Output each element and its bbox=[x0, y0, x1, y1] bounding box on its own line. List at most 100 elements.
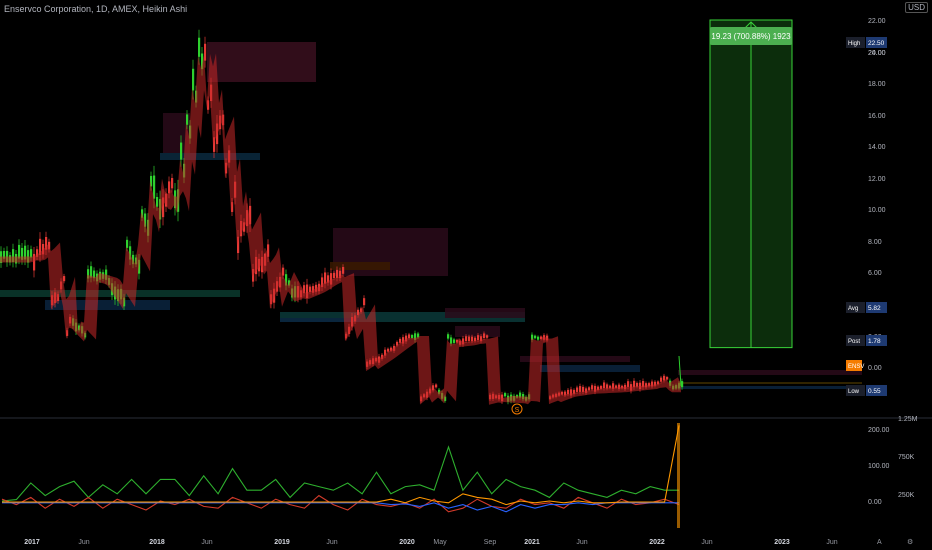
osc-tick-label: 0.00 bbox=[868, 499, 882, 506]
candle-body bbox=[579, 386, 582, 392]
time-tick-label: 2018 bbox=[149, 539, 165, 546]
candle-body bbox=[537, 336, 540, 340]
candle-body bbox=[342, 267, 345, 274]
time-tick-label: Jun bbox=[326, 539, 337, 546]
time-tick-label: 2020 bbox=[399, 539, 415, 546]
candle-body bbox=[453, 339, 456, 343]
candle-body bbox=[192, 68, 195, 91]
price-tick-label: 10.00 bbox=[868, 207, 886, 214]
candle-body bbox=[600, 385, 603, 389]
candle-body bbox=[156, 196, 159, 207]
oscillator-spike bbox=[677, 423, 680, 528]
zone-box bbox=[160, 153, 260, 160]
zone-box bbox=[678, 382, 862, 384]
candle-body bbox=[588, 387, 591, 391]
chart-title: Enservco Corporation, 1D, AMEX, Heikin A… bbox=[4, 4, 188, 14]
time-tick-label: 2019 bbox=[274, 539, 290, 546]
candle-body bbox=[666, 376, 669, 380]
candle-body bbox=[180, 142, 183, 160]
candle-body bbox=[387, 348, 390, 352]
price-label-name: ENSV bbox=[848, 364, 864, 370]
candle-body bbox=[399, 338, 402, 343]
candle-body bbox=[171, 178, 174, 189]
osc-tick-label: 200.00 bbox=[868, 427, 890, 434]
candle-body bbox=[582, 386, 585, 392]
candle-body bbox=[486, 335, 489, 338]
price-label-value: 1.78 bbox=[868, 338, 881, 345]
price-label-name: High bbox=[848, 41, 860, 47]
price-tick-label: 12.00 bbox=[868, 176, 886, 183]
candle-body bbox=[561, 391, 564, 395]
currency-badge[interactable]: USD bbox=[905, 2, 928, 13]
price-label-value: 0.55 bbox=[868, 388, 881, 395]
candle-body bbox=[477, 335, 480, 341]
volume-tick-label: 750K bbox=[898, 454, 915, 461]
candle-body bbox=[186, 114, 189, 125]
zone-box bbox=[678, 386, 862, 389]
time-tick-label: Jun bbox=[701, 539, 712, 546]
candle-body bbox=[30, 249, 33, 258]
price-label-name: Low bbox=[848, 389, 860, 395]
candle-body bbox=[126, 239, 129, 248]
price-tick-label: 18.00 bbox=[868, 81, 886, 88]
candle-body bbox=[660, 377, 663, 382]
candle-body bbox=[567, 389, 570, 395]
price-label-value: 22.50 bbox=[868, 40, 885, 47]
candle-body bbox=[504, 393, 507, 397]
candle-body bbox=[576, 387, 579, 392]
zone-box bbox=[330, 262, 390, 270]
candle-body bbox=[198, 37, 201, 57]
candle-body bbox=[447, 334, 450, 339]
price-tick-label: 20.00 bbox=[868, 50, 886, 57]
candle-body bbox=[435, 384, 438, 388]
price-tick-label: 6.00 bbox=[868, 270, 882, 277]
price-label-name: Avg bbox=[848, 306, 858, 312]
candle-body bbox=[465, 336, 468, 342]
zone-box bbox=[207, 42, 316, 82]
osc-tick-label: 100.00 bbox=[868, 463, 890, 470]
time-tick-label: Jun bbox=[201, 539, 212, 546]
volume-tick-label: 1.25M bbox=[898, 416, 918, 423]
candle-body bbox=[411, 334, 414, 339]
event-marker-label: S bbox=[515, 407, 520, 414]
candle-body bbox=[633, 380, 636, 388]
chart-canvas[interactable]: 19.23 (700.88%) 1923S 24.0022.0020.0018.… bbox=[0, 0, 932, 550]
candle-body bbox=[663, 375, 666, 381]
candle-body bbox=[627, 381, 630, 387]
zone-box bbox=[678, 370, 862, 375]
time-tick-label: 2021 bbox=[524, 539, 540, 546]
candle-body bbox=[63, 276, 66, 282]
time-tick-label: 2017 bbox=[24, 539, 40, 546]
candle-body bbox=[534, 335, 537, 339]
candle-body bbox=[450, 337, 453, 344]
time-tick-label: Jun bbox=[78, 539, 89, 546]
candle-body bbox=[591, 385, 594, 390]
price-label-value: 5.82 bbox=[868, 305, 881, 312]
time-tick-label: May bbox=[433, 539, 447, 546]
candle-body bbox=[204, 43, 207, 61]
price-tick-label: 0.00 bbox=[868, 365, 882, 372]
candle-body bbox=[468, 336, 471, 342]
candle-body bbox=[333, 272, 336, 279]
candle-body bbox=[483, 333, 486, 339]
settings-gear-icon: ⚙ bbox=[907, 538, 913, 546]
candle-body bbox=[324, 272, 327, 284]
time-tick-label: Jun bbox=[826, 539, 837, 546]
candle-body bbox=[636, 382, 639, 387]
target-label: 19.23 (700.88%) 1923 bbox=[711, 32, 791, 41]
price-tick-label: 14.00 bbox=[868, 144, 886, 151]
time-tick-label: Jun bbox=[576, 539, 587, 546]
price-tick-label: 22.00 bbox=[868, 18, 886, 25]
price-label-name: Post bbox=[848, 339, 860, 345]
zone-box bbox=[445, 308, 525, 318]
candle-body bbox=[363, 298, 366, 306]
auto-scale-button: A bbox=[877, 539, 882, 546]
price-tick-label: 8.00 bbox=[868, 239, 882, 246]
candle-body bbox=[282, 267, 285, 276]
candle-body bbox=[336, 269, 339, 278]
volume-tick-label: 250K bbox=[898, 492, 915, 499]
time-tick-label: Sep bbox=[484, 539, 497, 546]
candle-body bbox=[408, 334, 411, 339]
time-tick-label: 2023 bbox=[774, 539, 790, 546]
candle-body bbox=[471, 336, 474, 342]
